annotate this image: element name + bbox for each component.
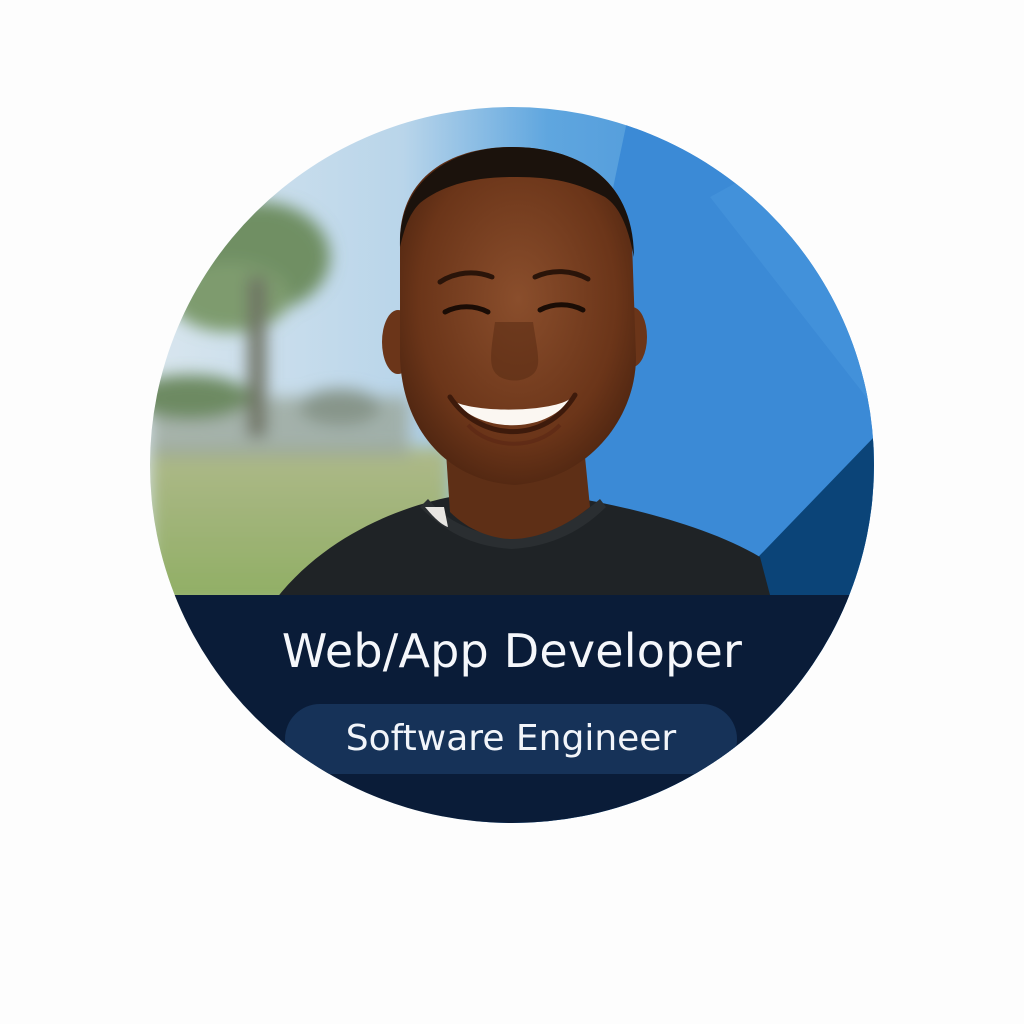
profile-subtitle: Software Engineer — [345, 718, 677, 759]
profile-headline: Web/App Developer — [281, 624, 743, 678]
subtitle-pill: Software Engineer — [285, 704, 737, 774]
profile-card: Web/App Developer Software Engineer — [0, 0, 1024, 1024]
profile-avatar: Web/App Developer Software Engineer — [150, 107, 874, 823]
